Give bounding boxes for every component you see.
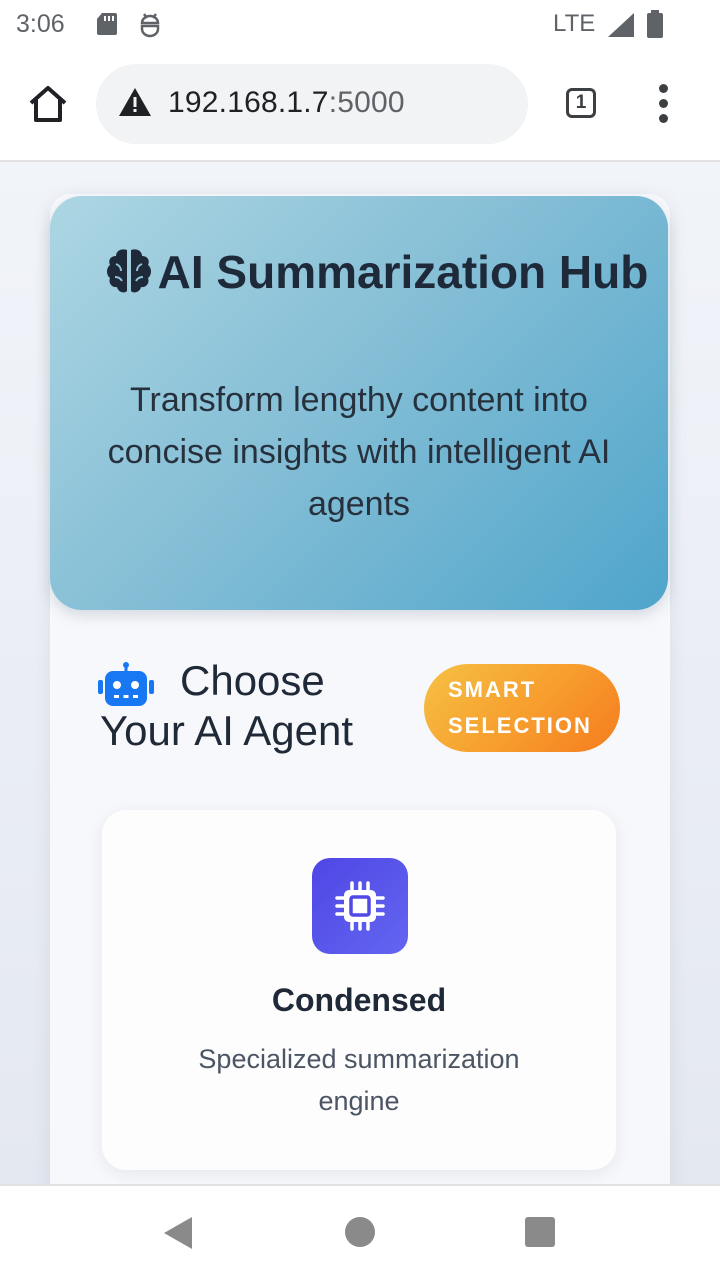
home-icon[interactable] xyxy=(26,82,70,126)
chip-icon xyxy=(335,881,385,931)
warning-icon[interactable] xyxy=(118,86,152,123)
back-icon[interactable] xyxy=(162,1216,194,1255)
page-container: AI Summarization Hub Transform lengthy c… xyxy=(50,194,670,1184)
home-circle-icon[interactable] xyxy=(345,1217,375,1247)
url-bar[interactable]: 192.168.1.7:5000 xyxy=(96,64,528,144)
debug-icon xyxy=(138,12,162,43)
agent-section-title: Choose Your AI Agent xyxy=(100,657,354,754)
tabs-icon[interactable]: 1 xyxy=(566,88,596,118)
sd-card-icon xyxy=(96,12,118,41)
hero-title-text: AI Summarization Hub xyxy=(157,246,649,298)
url-port: :5000 xyxy=(328,86,405,119)
url-text[interactable]: 192.168.1.7:5000 xyxy=(168,86,405,120)
recents-icon[interactable] xyxy=(525,1217,555,1247)
status-time: 3:06 xyxy=(16,10,65,38)
browser-toolbar: 192.168.1.7:5000 1 xyxy=(0,48,720,162)
more-vert-icon[interactable] xyxy=(652,84,676,124)
web-content: AI Summarization Hub Transform lengthy c… xyxy=(0,162,720,1184)
hero-banner: AI Summarization Hub Transform lengthy c… xyxy=(50,196,668,610)
battery-icon xyxy=(646,10,664,43)
agent-section-header: Choose Your AI Agent SMART SELECTION xyxy=(98,656,658,776)
status-bar: 3:06 LTE xyxy=(0,0,720,48)
chip-icon-tile xyxy=(312,858,408,954)
hero-subtitle: Transform lengthy content into concise i… xyxy=(107,381,611,523)
system-nav-bar xyxy=(0,1184,720,1282)
agent-name: Condensed xyxy=(271,982,447,1018)
hero-title: AI Summarization Hub xyxy=(50,244,668,300)
agent-description: Specialized summarization engine xyxy=(198,1044,520,1116)
url-host: 192.168.1.7 xyxy=(168,86,329,119)
network-type: LTE xyxy=(553,10,596,37)
signal-icon xyxy=(607,12,635,43)
smart-selection-badge: SMART SELECTION xyxy=(424,664,620,752)
agent-card-condensed[interactable]: Condensed Specialized summarization engi… xyxy=(102,810,616,1170)
